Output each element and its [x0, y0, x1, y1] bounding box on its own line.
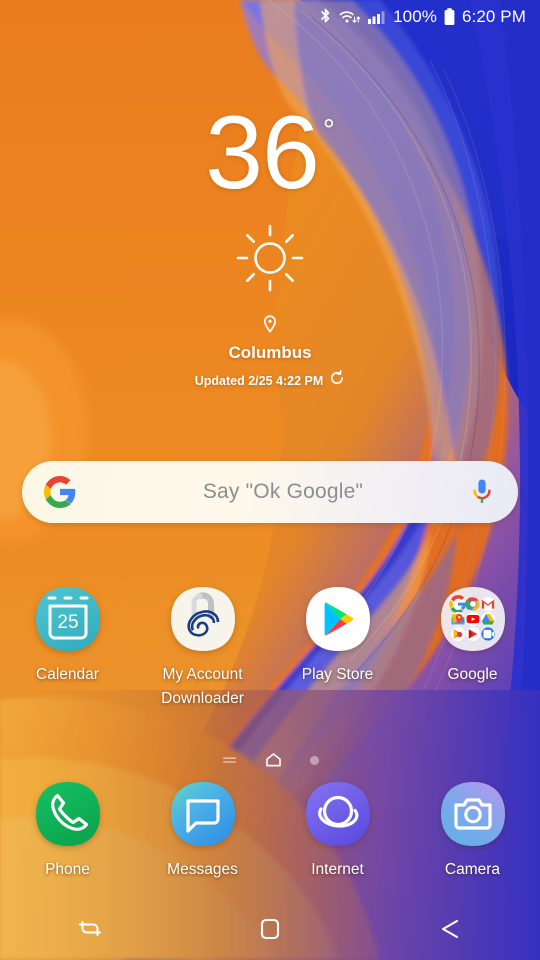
folder-app-duo	[480, 627, 495, 641]
app-label: Play Store	[301, 666, 374, 683]
folder-app-drive	[480, 612, 495, 626]
app-internet[interactable]: Internet	[270, 781, 405, 882]
app-label: Phone	[45, 861, 90, 878]
camera-icon[interactable]	[440, 781, 506, 847]
app-label: Google	[447, 666, 498, 683]
folder-app-maps	[450, 612, 465, 626]
weather-widget[interactable]: 36 ° Columbus Updated 2/25 4:22 PM	[0, 95, 540, 391]
messages-icon[interactable]	[170, 781, 236, 847]
navigation-bar	[0, 898, 540, 960]
status-bar: 100% 6:20 PM	[0, 0, 540, 34]
play-store-icon[interactable]	[305, 586, 371, 652]
google-g-icon	[44, 476, 76, 508]
phone-icon[interactable]	[35, 781, 101, 847]
app-label: Messages	[167, 861, 238, 878]
page-indicator	[0, 752, 540, 768]
dock: Phone Messages Internet Camera	[0, 781, 540, 882]
app-phone[interactable]: Phone	[0, 781, 135, 882]
app-label: Internet	[311, 861, 364, 878]
page-dot[interactable]	[309, 755, 319, 765]
google-folder-icon[interactable]	[440, 586, 506, 652]
clock-label: 6:20 PM	[461, 7, 526, 26]
temperature-value: 36	[205, 95, 320, 211]
app-label: Camera	[444, 861, 501, 878]
folder-app-gmail	[480, 597, 495, 611]
app-camera[interactable]: Camera	[405, 781, 540, 882]
home-icon[interactable]	[180, 915, 360, 943]
weather-updated-row[interactable]: Updated 2/25 4:22 PM	[195, 370, 346, 391]
google-search-bar[interactable]: Say "Ok Google"	[22, 461, 518, 523]
svg-text:25: 25	[57, 612, 78, 633]
cellular-signal-icon	[367, 8, 387, 27]
degree-symbol: °	[322, 114, 335, 147]
recents-icon[interactable]	[0, 916, 180, 942]
battery-full-icon	[443, 7, 456, 27]
folder-app-youtube	[465, 612, 480, 626]
app-messages[interactable]: Messages	[135, 781, 270, 882]
refresh-icon[interactable]	[329, 370, 345, 391]
search-input[interactable]: Say "Ok Google"	[76, 480, 470, 504]
home-page-icon[interactable]	[265, 752, 282, 768]
calendar-icon[interactable]: 25	[35, 586, 101, 652]
weather-updated-label: Updated 2/25 4:22 PM	[194, 373, 324, 388]
weather-city-label: Columbus	[228, 343, 312, 362]
back-icon[interactable]	[360, 916, 540, 942]
sun-icon	[234, 222, 306, 299]
google-mic-icon[interactable]	[470, 477, 494, 507]
bluetooth-icon	[319, 8, 332, 27]
wifi-icon	[338, 8, 361, 27]
app-label: My Account Downloader	[161, 666, 244, 708]
my-account-downloader-icon[interactable]	[170, 586, 236, 652]
folder-app-play-music	[450, 627, 465, 641]
app-grid-row-1: 25 Calendar My Account Downloader Play S…	[0, 586, 540, 711]
app-play-store[interactable]: Play Store	[270, 586, 405, 711]
app-label: Calendar	[36, 666, 99, 683]
temperature-row: 36 °	[205, 95, 335, 211]
app-folder-google[interactable]: Google	[405, 586, 540, 711]
bixby-page-icon[interactable]	[222, 754, 237, 766]
folder-app-play-movies	[465, 627, 480, 641]
battery-percent-label: 100%	[393, 7, 437, 26]
internet-icon[interactable]	[305, 781, 371, 847]
app-calendar[interactable]: 25 Calendar	[0, 586, 135, 711]
app-my-account-downloader[interactable]: My Account Downloader	[135, 586, 270, 711]
location-pin-icon	[263, 315, 277, 338]
